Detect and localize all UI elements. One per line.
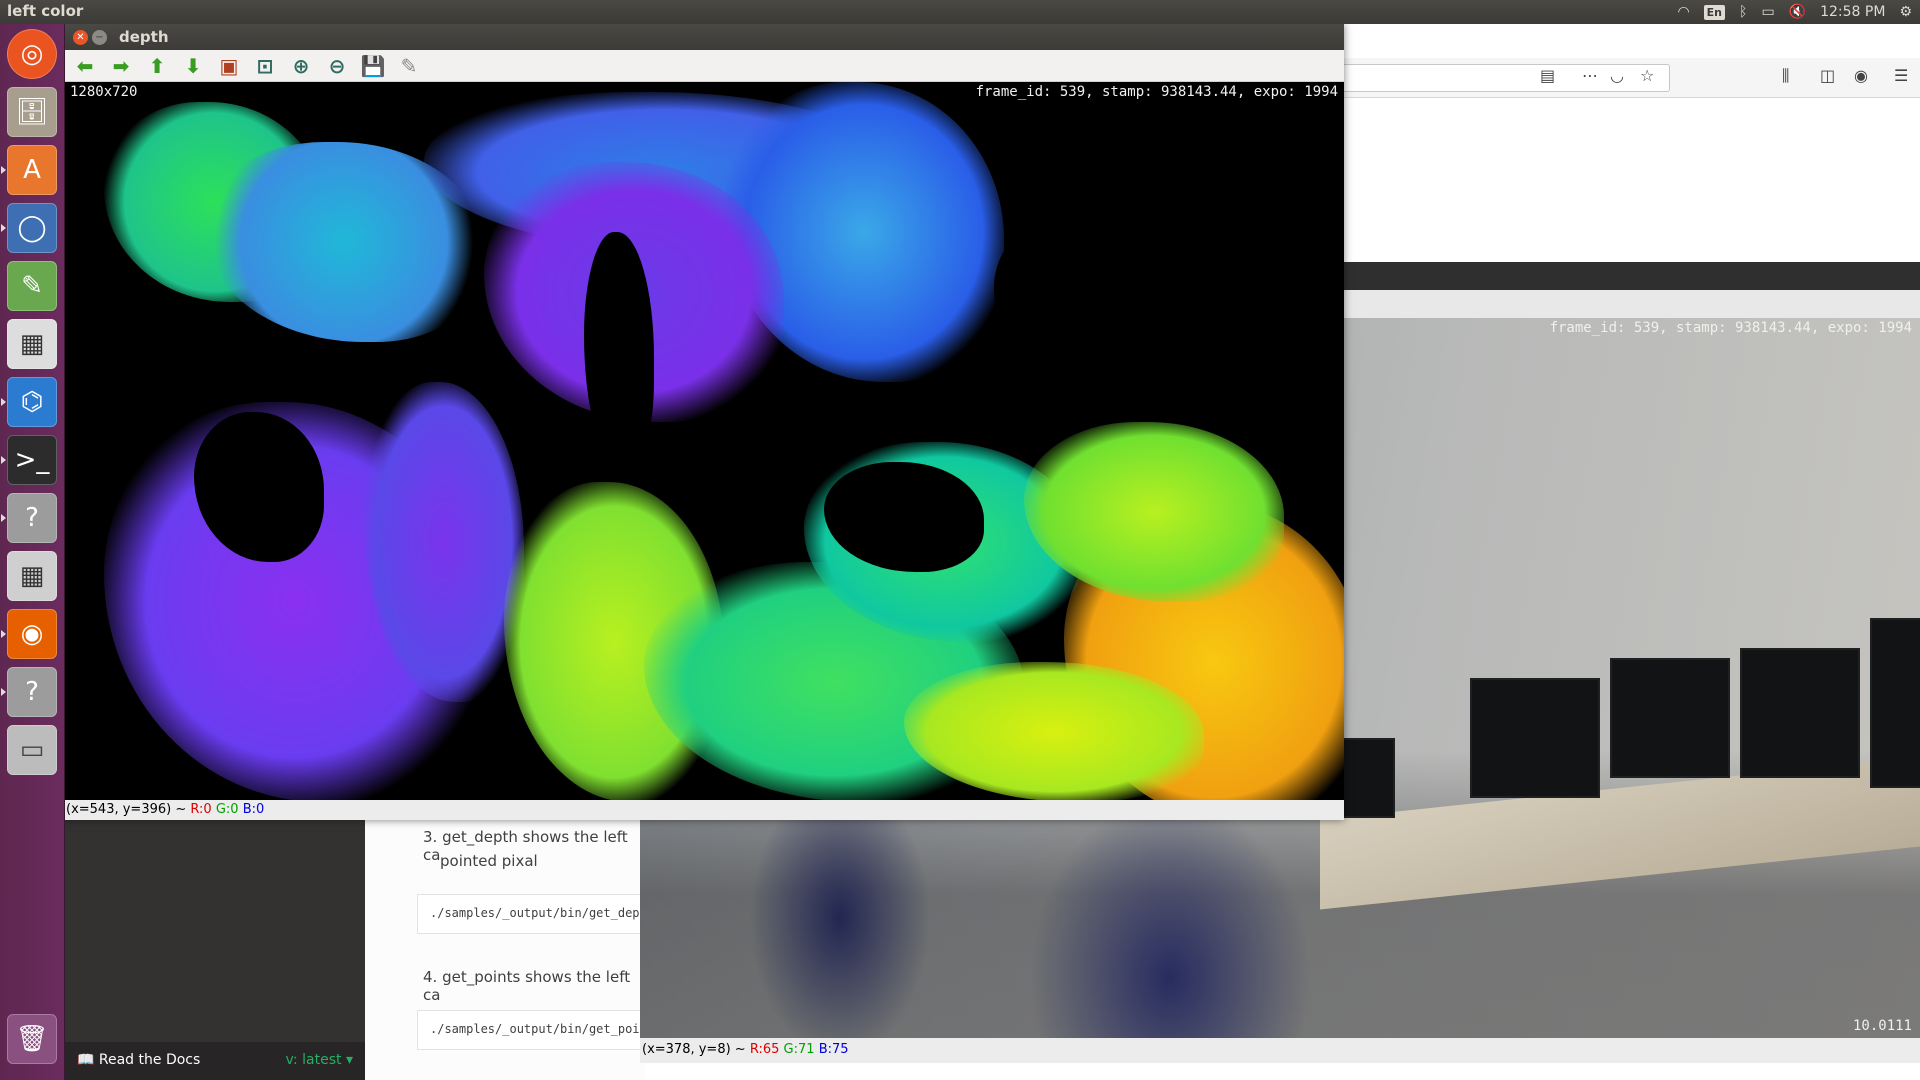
status-bar: (x=378, y=8) ~ R:65 G:71 B:75 [640,1038,1920,1063]
blue-value: B:75 [818,1042,849,1057]
trash-icon[interactable]: 🗑 [7,1014,57,1064]
desk-shape [1320,756,1920,910]
bluetooth-icon[interactable]: ᛒ [1739,4,1747,20]
list-number: 4. [423,968,438,986]
status-bar: (x=543, y=396) ~ R:0 G:0 B:0 [64,800,1344,820]
files-icon[interactable]: 🗄 [7,87,57,137]
launcher: ◎ 🗄 A ◯ ✎ ▦ ⌬ >_ ? ▦ ◉ ? ▭ 🗑 [0,24,65,1080]
docs-content: 3. get_depth shows the left ca pointed p… [365,820,657,1080]
cursor-coords: (x=543, y=396) ~ [66,802,187,817]
sidebar-icon[interactable]: ◫ [1820,66,1835,85]
depth-value-readout: 10.0111 [1852,1018,1912,1034]
green-value: G:0 [215,802,239,817]
drive-icon[interactable]: ▭ [7,725,57,775]
active-window-title: left color [7,2,84,20]
green-value: G:71 [783,1042,815,1057]
list-text: pointed pixal [440,852,538,870]
depth-window[interactable]: ✕ − depth ⬅ ➡ ⬆ ⬇ ▣ ⊡ ⊕ ⊖ 💾 ✎ 1280x720 f… [64,24,1344,820]
pan-up-icon[interactable]: ⬆ [144,54,170,78]
zoom-reset-icon[interactable]: ▣ [216,54,242,78]
firefox-icon[interactable]: ◉ [7,609,57,659]
zoom-fit-icon[interactable]: ⊡ [252,54,278,78]
settings-gear-icon[interactable]: ⚙ [1899,4,1912,20]
zoom-out-icon[interactable]: ⊖ [324,54,350,78]
library-icon[interactable]: ⫼ [1782,66,1789,86]
vscode-icon[interactable]: ⌬ [7,377,57,427]
monitor-shape [1740,648,1860,778]
pocket-icon[interactable]: ◡ [1610,66,1624,85]
zoom-in-icon[interactable]: ⊕ [288,54,314,78]
monitor-shape [1610,658,1730,778]
calculator-icon[interactable]: ▦ [7,551,57,601]
text-editor-icon[interactable]: ✎ [7,261,57,311]
depth-hole [994,202,1234,402]
keyboard-layout-indicator[interactable]: En [1703,4,1726,20]
rtd-version-label: v: latest [285,1052,342,1068]
battery-icon[interactable]: ▭ [1761,4,1774,20]
pan-right-icon[interactable]: ➡ [108,54,134,78]
code-block: ./samples/_output/bin/get_dept [417,894,657,934]
system-monitor-icon[interactable]: ▦ [7,319,57,369]
depth-image[interactable]: 1280x720 frame_id: 539, stamp: 938143.44… [64,82,1344,800]
frame-info: frame_id: 539, stamp: 938143.44, expo: 1… [1549,320,1912,336]
rtd-version[interactable]: v: latest ▾ [285,1052,353,1068]
terminal-icon[interactable]: >_ [7,435,57,485]
rtd-name-label: Read the Docs [98,1052,201,1068]
list-number: 3. [423,828,438,846]
frame-info: frame_id: 539, stamp: 938143.44, expo: 1… [975,84,1338,100]
reader-view-icon[interactable]: ▤ [1540,66,1555,85]
red-value: R:65 [749,1042,780,1057]
docs-sidebar [65,820,365,1080]
list-item: 4. get_points shows the left ca [423,968,645,1004]
page-actions-icon[interactable]: ⋯ [1582,66,1598,85]
rtd-footer[interactable]: 📖 Read the Docs v: latest ▾ [65,1042,365,1080]
account-icon[interactable]: ◉ [1854,66,1868,85]
monitor-shape [1470,678,1600,798]
pan-down-icon[interactable]: ⬇ [180,54,206,78]
cursor-coords: (x=378, y=8) ~ [642,1042,746,1057]
ubuntu-dash-icon[interactable]: ◎ [7,29,57,79]
depth-titlebar[interactable]: ✕ − depth [64,24,1344,50]
rtd-name[interactable]: 📖 Read the Docs [77,1052,200,1068]
red-value: R:0 [190,802,212,817]
unknown-app-icon[interactable]: ? [7,493,57,543]
bookmark-star-icon[interactable]: ☆ [1640,66,1654,85]
software-center-icon[interactable]: A [7,145,57,195]
resolution-label: 1280x720 [70,84,138,100]
minimize-button[interactable]: − [92,30,107,45]
pan-left-icon[interactable]: ⬅ [72,54,98,78]
code-block: ./samples/_output/bin/get_poin [417,1010,657,1050]
volume-icon[interactable]: 🔇 [1789,4,1806,20]
monitor-shape [1870,618,1920,788]
unknown-app-icon[interactable]: ? [7,667,57,717]
save-icon[interactable]: 💾 [360,54,386,78]
top-panel: left color ◠ En ᛒ ▭ 🔇 12:58 PM ⚙ [0,0,1920,24]
chromium-icon[interactable]: ◯ [7,203,57,253]
indicator-area: ◠ En ᛒ ▭ 🔇 12:58 PM ⚙ [1677,0,1912,24]
wifi-icon[interactable]: ◠ [1677,4,1689,20]
properties-icon[interactable]: ✎ [396,54,422,78]
menu-icon[interactable]: ☰ [1894,66,1908,85]
close-button[interactable]: ✕ [73,30,88,45]
clock[interactable]: 12:58 PM [1820,4,1885,20]
list-text: get_points shows the left ca [423,968,631,1004]
window-title: depth [119,28,169,46]
depth-toolbar: ⬅ ➡ ⬆ ⬇ ▣ ⊡ ⊕ ⊖ 💾 ✎ [64,50,1344,82]
blue-value: B:0 [242,802,265,817]
